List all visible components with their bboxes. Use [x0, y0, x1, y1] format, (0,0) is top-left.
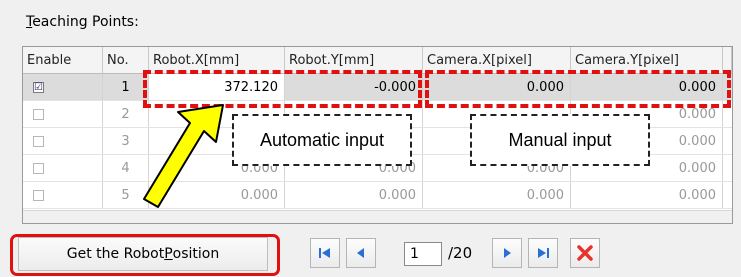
robot-y-cell[interactable]: 0.000 [285, 182, 423, 208]
teaching-points-title: Teaching Points: [26, 14, 139, 30]
delete-icon [577, 245, 593, 261]
last-page-button[interactable] [528, 238, 558, 268]
first-page-button[interactable] [310, 238, 340, 268]
get-robot-position-button[interactable]: Get the Robot Position [18, 237, 268, 271]
next-page-icon [504, 248, 511, 258]
previous-page-icon [357, 248, 364, 258]
enable-checkbox[interactable]: ☑ [33, 81, 44, 93]
camera-y-cell[interactable]: 0.000 [571, 182, 723, 208]
previous-page-button[interactable] [346, 238, 376, 268]
delete-button[interactable] [570, 238, 600, 268]
page-number-input[interactable]: 1 [404, 242, 442, 266]
enable-checkbox[interactable] [33, 135, 44, 147]
manual-input-highlight [425, 70, 731, 108]
camera-x-cell[interactable]: 0.000 [423, 182, 571, 208]
bottom-toolbar: Get the Robot Position 1 /20 [0, 230, 741, 277]
header-enable[interactable]: Enable [23, 47, 103, 73]
enable-checkbox[interactable] [33, 108, 44, 120]
automatic-input-callout: Automatic input [232, 114, 412, 166]
first-page-icon [319, 248, 330, 258]
next-page-button[interactable] [492, 238, 522, 268]
manual-input-callout: Manual input [470, 114, 650, 166]
yellow-arrow-icon [143, 104, 224, 208]
page-total: /20 [448, 244, 473, 262]
enable-checkbox[interactable] [33, 189, 44, 201]
last-page-icon [538, 248, 549, 258]
enable-checkbox[interactable] [33, 162, 44, 174]
